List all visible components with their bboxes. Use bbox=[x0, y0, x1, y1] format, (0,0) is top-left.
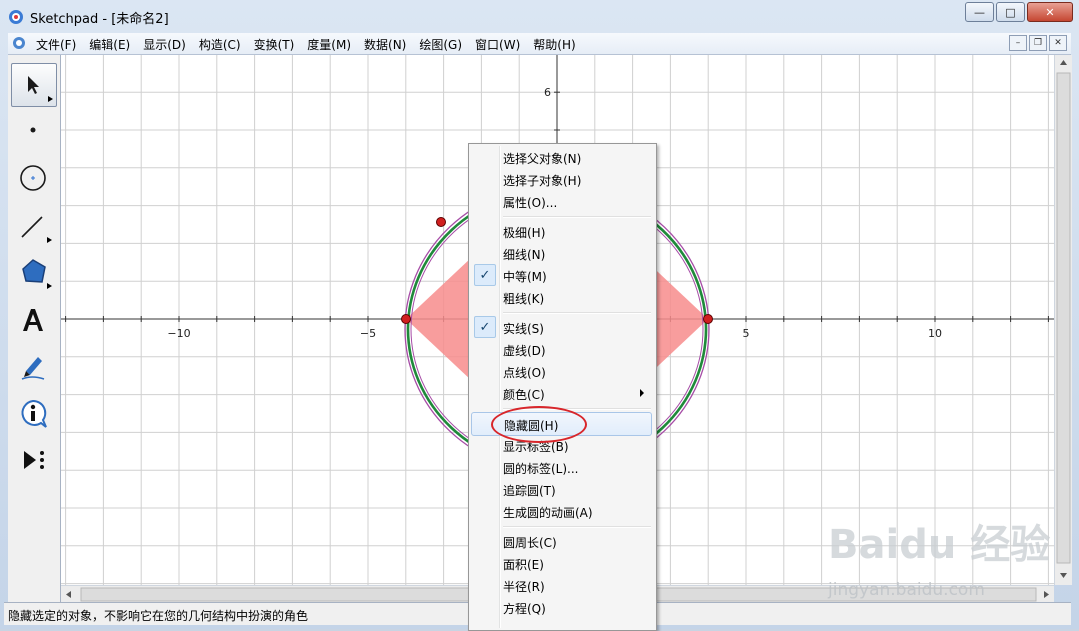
straightedge-tool[interactable] bbox=[11, 205, 55, 247]
menu-animate-circle[interactable]: 生成圆的动画(A) bbox=[471, 500, 652, 522]
menu-help[interactable]: 帮助(H) bbox=[533, 36, 575, 53]
compass-tool[interactable] bbox=[11, 157, 55, 199]
menu-display[interactable]: 显示(D) bbox=[143, 36, 186, 53]
point bbox=[436, 217, 446, 227]
menu-measure[interactable]: 度量(M) bbox=[307, 36, 351, 53]
menu-construct[interactable]: 构造(C) bbox=[199, 36, 241, 53]
minimize-button[interactable]: — bbox=[965, 2, 994, 22]
x-label-5: 5 bbox=[743, 327, 750, 340]
menu-transform[interactable]: 变换(T) bbox=[254, 36, 295, 53]
menu-color[interactable]: 颜色(C) bbox=[471, 382, 652, 404]
info-icon bbox=[21, 399, 47, 428]
vertical-scrollbar[interactable] bbox=[1054, 55, 1072, 585]
menu-file[interactable]: 文件(F) bbox=[36, 36, 76, 53]
custom-tools-icon bbox=[24, 451, 44, 469]
menu-select-parents[interactable]: 选择父对象(N) bbox=[471, 146, 652, 168]
tool-palette bbox=[8, 55, 61, 602]
menu-line-medium[interactable]: ✓ 中等(M) bbox=[471, 264, 652, 286]
point bbox=[401, 314, 411, 324]
doc-restore-button[interactable]: ❐ bbox=[1029, 35, 1047, 51]
menu-separator bbox=[503, 216, 651, 218]
x-label-10: 10 bbox=[928, 327, 942, 340]
text-a-icon bbox=[23, 309, 43, 331]
menu-data[interactable]: 数据(N) bbox=[364, 36, 406, 53]
sketchpad-app-icon bbox=[9, 10, 23, 24]
maximize-button[interactable]: □ bbox=[996, 2, 1025, 22]
custom-tool[interactable] bbox=[11, 439, 55, 481]
menu-circumference[interactable]: 圆周长(C) bbox=[471, 530, 652, 552]
x-label-neg10: −10 bbox=[167, 327, 190, 340]
menu-line-solid[interactable]: ✓ 实线(S) bbox=[471, 316, 652, 338]
menu-radius[interactable]: 半径(R) bbox=[471, 574, 652, 596]
context-menu: 选择父对象(N) 选择子对象(H) 属性(O)... 极细(H) 细线(N) ✓… bbox=[468, 143, 657, 631]
menu-bar: 文件(F) 编辑(E) 显示(D) 构造(C) 变换(T) 度量(M) 数据(N… bbox=[8, 33, 1071, 55]
polygon-icon bbox=[22, 259, 46, 283]
menu-line-thick[interactable]: 粗线(K) bbox=[471, 286, 652, 308]
menu-edit[interactable]: 编辑(E) bbox=[89, 36, 130, 53]
watermark-logo: Baidu 经验 bbox=[828, 522, 1051, 568]
checkmark-icon: ✓ bbox=[474, 264, 496, 286]
menu-trace-circle[interactable]: 追踪圆(T) bbox=[471, 478, 652, 500]
menu-line-dotted[interactable]: 点线(O) bbox=[471, 360, 652, 382]
window-title: Sketchpad - [未命名2] bbox=[30, 12, 169, 27]
polygon-tool[interactable] bbox=[11, 251, 55, 293]
point-icon bbox=[30, 127, 36, 133]
menu-line-thin[interactable]: 细线(N) bbox=[471, 242, 652, 264]
marker-pen-icon bbox=[21, 357, 45, 380]
title-bar: Sketchpad - [未命名2] — □ ✕ bbox=[0, 0, 1079, 32]
x-label-neg5: −5 bbox=[360, 327, 376, 340]
point-tool[interactable] bbox=[11, 109, 55, 151]
doc-close-button[interactable]: ✕ bbox=[1049, 35, 1067, 51]
menu-line-very-thin[interactable]: 极细(H) bbox=[471, 220, 652, 242]
status-text: 隐藏选定的对象，不影响它在您的几何结构中扮演的角色 bbox=[8, 609, 309, 623]
doc-minimize-button[interactable]: – bbox=[1009, 35, 1027, 51]
circle-compass-icon bbox=[20, 165, 46, 191]
menu-window[interactable]: 窗口(W) bbox=[475, 36, 520, 53]
menu-properties[interactable]: 属性(O)... bbox=[471, 190, 652, 212]
highlight-annotation-ring bbox=[491, 406, 587, 443]
watermark-url: jingyan.baidu.com bbox=[828, 580, 985, 600]
arrow-icon bbox=[28, 76, 39, 94]
vertical-scrollbar-graphic bbox=[1056, 60, 1071, 578]
close-button[interactable]: ✕ bbox=[1027, 2, 1073, 22]
text-tool[interactable] bbox=[11, 299, 55, 341]
document-icon[interactable] bbox=[12, 36, 26, 50]
menu-circle-label[interactable]: 圆的标签(L)... bbox=[471, 456, 652, 478]
arrow-select-tool[interactable] bbox=[11, 63, 57, 107]
y-label-6: 6 bbox=[544, 86, 551, 99]
information-tool[interactable] bbox=[11, 393, 55, 435]
menu-separator bbox=[503, 526, 651, 528]
menu-graph[interactable]: 绘图(G) bbox=[419, 36, 462, 53]
menu-equation[interactable]: 方程(Q) bbox=[471, 596, 652, 618]
marker-tool[interactable] bbox=[11, 345, 55, 387]
menu-select-children[interactable]: 选择子对象(H) bbox=[471, 168, 652, 190]
menu-line-dashed[interactable]: 虚线(D) bbox=[471, 338, 652, 360]
point bbox=[703, 314, 713, 324]
menu-area[interactable]: 面积(E) bbox=[471, 552, 652, 574]
menu-separator bbox=[503, 312, 651, 314]
line-segment-icon bbox=[21, 216, 43, 238]
checkmark-icon: ✓ bbox=[474, 316, 496, 338]
submenu-arrow-icon bbox=[640, 389, 644, 397]
